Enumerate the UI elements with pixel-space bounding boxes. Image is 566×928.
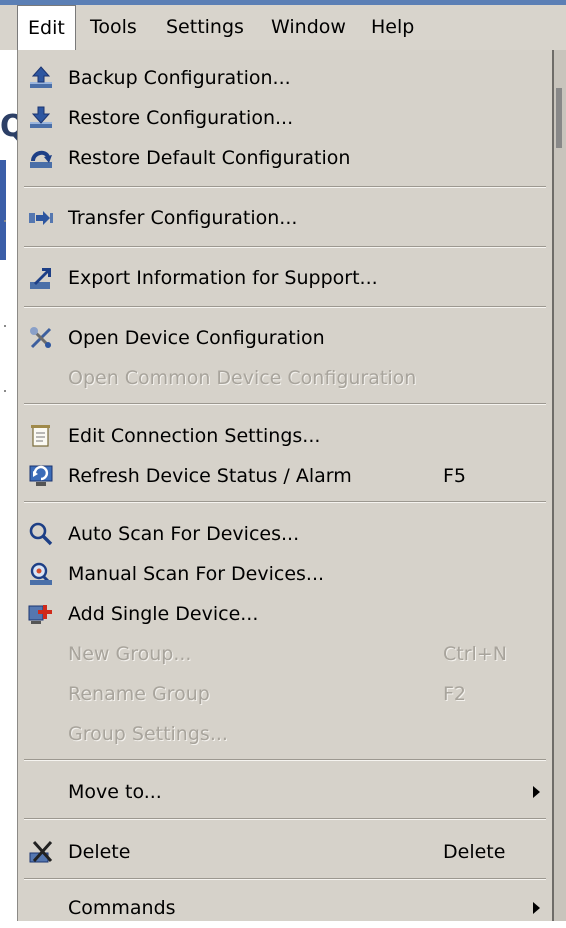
transfer-icon xyxy=(28,205,54,231)
menu-separator xyxy=(24,878,546,880)
add-device-icon xyxy=(28,601,54,627)
menu-item-shortcut: Ctrl+N xyxy=(443,643,507,665)
menu-item-shortcut: F5 xyxy=(443,465,467,487)
menu-item-rename-group: Rename Group F2 xyxy=(18,674,552,714)
background-window: Q xyxy=(0,50,26,921)
menu-item-label: Add Single Device... xyxy=(68,603,259,625)
menu-settings[interactable]: Settings xyxy=(156,5,254,50)
menu-item-restore-default-configuration[interactable]: Restore Default Configuration xyxy=(18,138,552,178)
restore-default-icon xyxy=(28,145,54,171)
menu-item-label: New Group... xyxy=(68,643,192,665)
menu-item-label: Edit Connection Settings... xyxy=(68,425,321,447)
delete-icon xyxy=(28,839,54,865)
magnifier-icon xyxy=(28,521,54,547)
menu-separator xyxy=(24,759,546,761)
manual-scan-icon xyxy=(28,561,54,587)
backup-icon xyxy=(28,65,54,91)
menu-separator xyxy=(24,186,546,188)
menu-item-open-common-device-configuration: Open Common Device Configuration xyxy=(18,358,552,398)
restore-icon xyxy=(28,105,54,131)
menu-tools[interactable]: Tools xyxy=(80,5,147,50)
background-dot xyxy=(4,390,6,392)
menu-item-backup-configuration[interactable]: Backup Configuration... xyxy=(18,58,552,98)
menu-edit[interactable]: Edit xyxy=(17,5,76,51)
menu-separator xyxy=(24,306,546,308)
menu-item-move-to[interactable]: Move to... xyxy=(18,772,552,812)
menu-item-label: Manual Scan For Devices... xyxy=(68,563,325,585)
menu-item-group-settings: Group Settings... xyxy=(18,714,552,754)
menu-item-label: Group Settings... xyxy=(68,723,228,745)
menu-item-open-device-configuration[interactable]: Open Device Configuration xyxy=(18,318,552,358)
menu-item-export-information[interactable]: Export Information for Support... xyxy=(18,258,552,298)
background-scrollbar xyxy=(554,50,566,921)
background-blue-bar xyxy=(0,160,6,260)
export-icon xyxy=(28,265,54,291)
menu-item-label: Move to... xyxy=(68,781,162,803)
submenu-arrow-icon xyxy=(533,902,540,914)
menu-item-restore-configuration[interactable]: Restore Configuration... xyxy=(18,98,552,138)
menu-item-edit-connection-settings[interactable]: Edit Connection Settings... xyxy=(18,416,552,456)
menu-separator xyxy=(24,403,546,405)
background-dot xyxy=(4,325,6,327)
menu-item-label: Open Common Device Configuration xyxy=(68,367,417,389)
menu-item-delete[interactable]: Delete Delete xyxy=(18,832,552,872)
menu-item-label: Transfer Configuration... xyxy=(68,207,298,229)
menu-item-label: Restore Configuration... xyxy=(68,107,294,129)
menu-help[interactable]: Help xyxy=(361,5,424,50)
edit-dropdown-menu: Backup Configuration... Restore Configur… xyxy=(17,50,554,921)
menu-item-label: Backup Configuration... xyxy=(68,67,291,89)
menu-item-refresh-device-status[interactable]: Refresh Device Status / Alarm F5 xyxy=(18,456,552,496)
menu-item-transfer-configuration[interactable]: Transfer Configuration... xyxy=(18,198,552,238)
tools-icon xyxy=(28,325,54,351)
menu-separator xyxy=(24,818,546,820)
menu-separator xyxy=(24,246,546,248)
document-icon xyxy=(28,423,54,449)
menu-item-label: Rename Group xyxy=(68,683,210,705)
menu-window[interactable]: Window xyxy=(261,5,356,50)
menu-separator xyxy=(24,501,546,503)
menu-item-shortcut: F2 xyxy=(443,683,467,705)
submenu-arrow-icon xyxy=(533,786,540,798)
menu-item-label: Delete xyxy=(68,841,131,863)
menu-item-add-single-device[interactable]: Add Single Device... xyxy=(18,594,552,634)
menu-item-label: Open Device Configuration xyxy=(68,327,325,349)
menu-bar: Edit Tools Settings Window Help xyxy=(0,5,566,51)
menu-item-commands[interactable]: Commands xyxy=(18,888,552,928)
menu-item-new-group: New Group... Ctrl+N xyxy=(18,634,552,674)
menu-item-shortcut: Delete xyxy=(443,841,506,863)
menu-item-label: Restore Default Configuration xyxy=(68,147,351,169)
background-dot xyxy=(4,220,6,222)
menu-item-manual-scan[interactable]: Manual Scan For Devices... xyxy=(18,554,552,594)
menu-item-auto-scan[interactable]: Auto Scan For Devices... xyxy=(18,514,552,554)
refresh-icon xyxy=(28,463,54,489)
menu-item-label: Commands xyxy=(68,897,176,919)
menu-item-label: Auto Scan For Devices... xyxy=(68,523,300,545)
menu-item-label: Refresh Device Status / Alarm xyxy=(68,465,352,487)
menu-item-label: Export Information for Support... xyxy=(68,267,378,289)
background-glyph: Q xyxy=(0,109,26,144)
